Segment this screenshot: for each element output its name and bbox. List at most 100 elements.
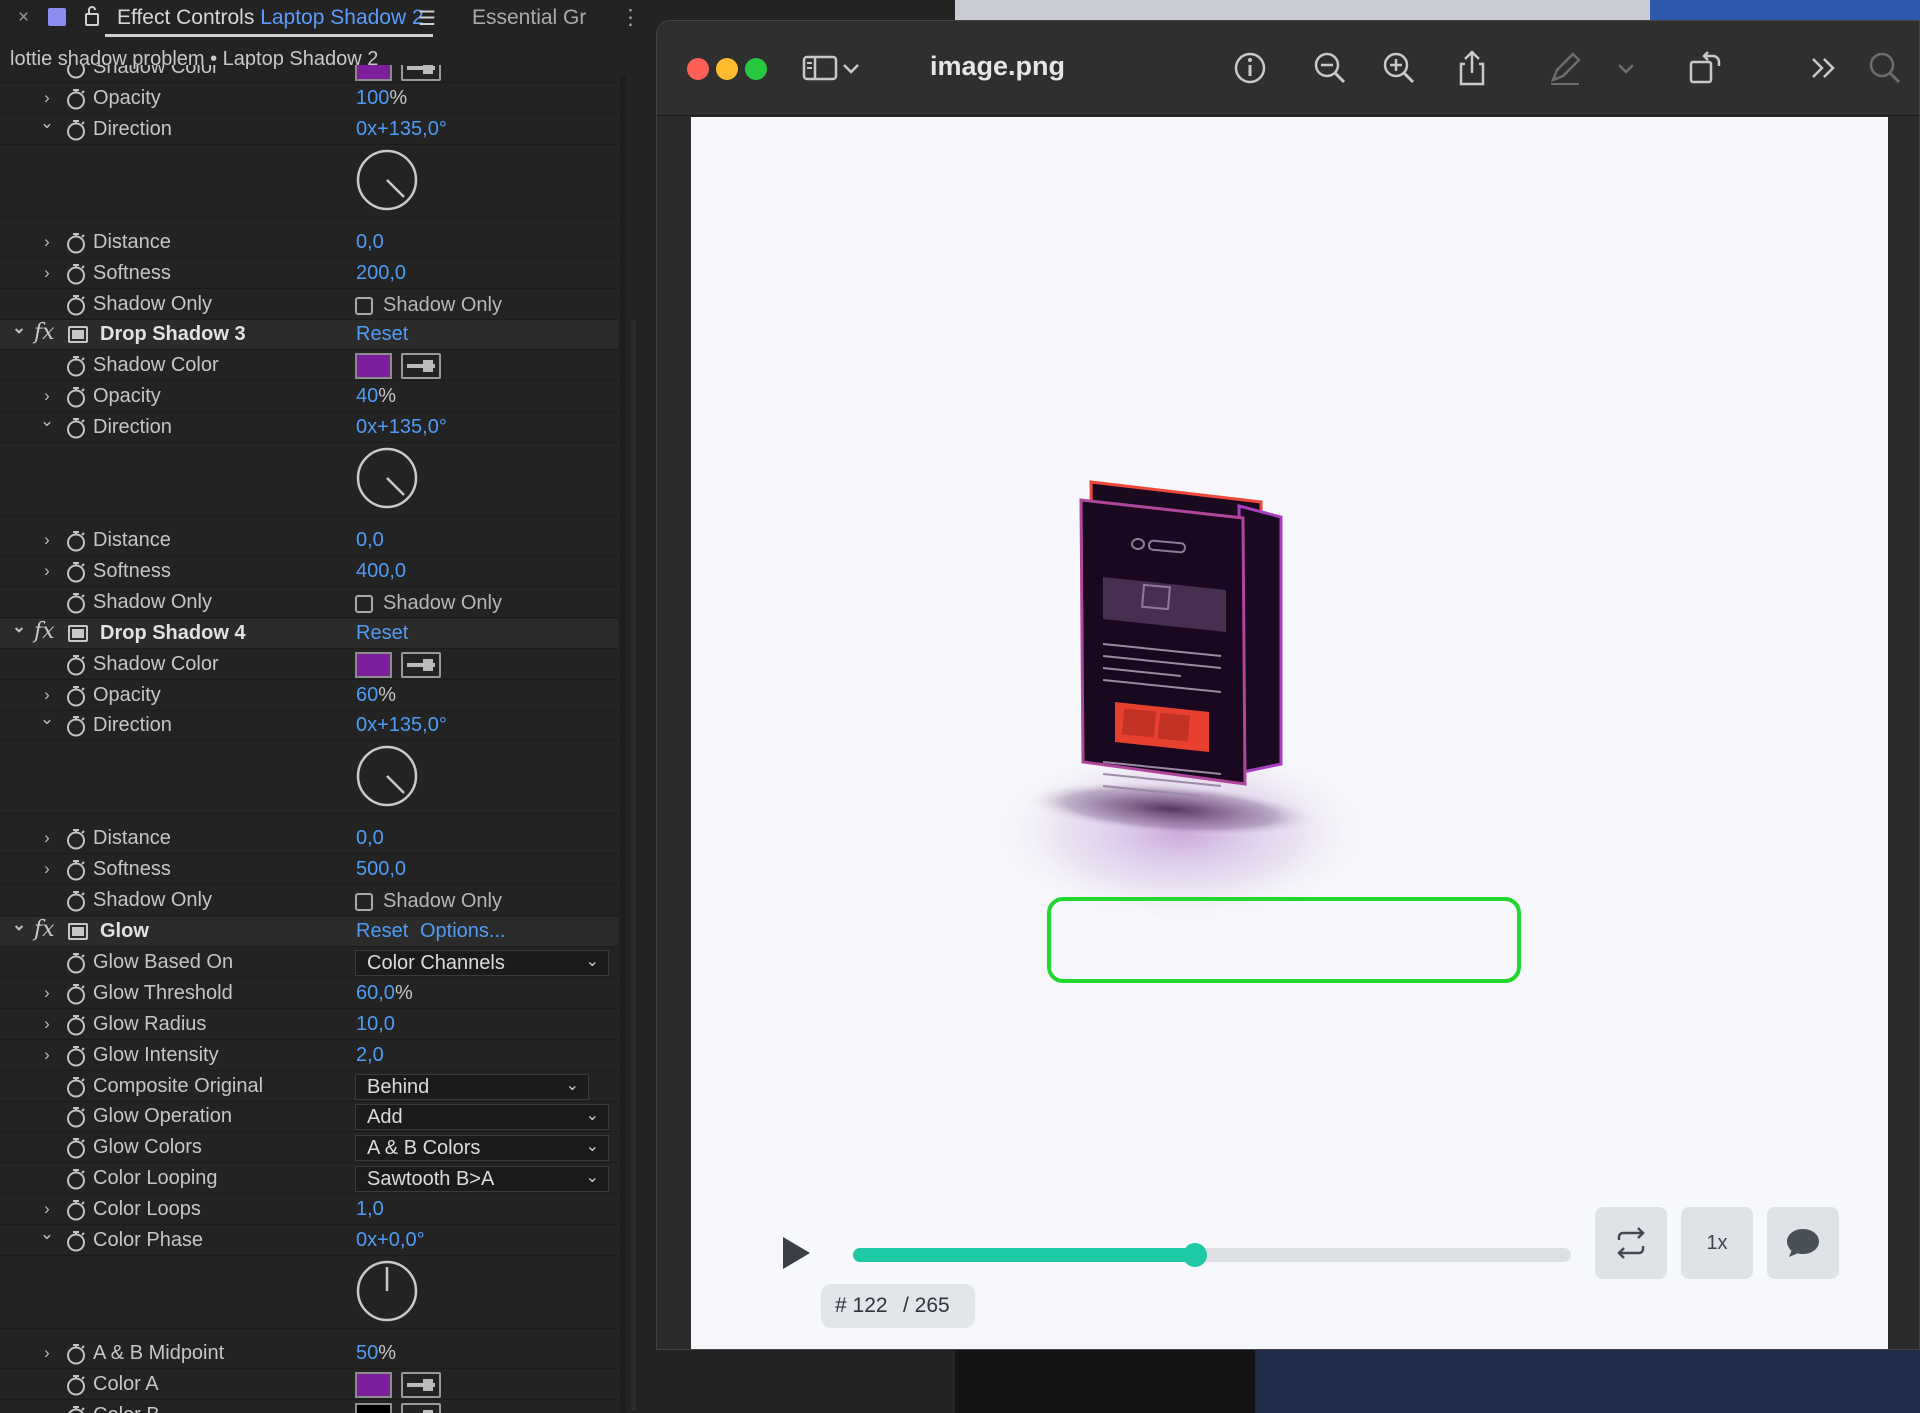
tab-essential-graphics[interactable]: Essential Gr <box>472 6 586 30</box>
effect-header-drop-shadow-3[interactable]: ⌄ fx Drop Shadow 3 Reset <box>0 318 618 351</box>
stopwatch-icon[interactable] <box>65 828 87 850</box>
color-swatch[interactable] <box>355 65 392 81</box>
chevron-right-icon[interactable]: › <box>38 1341 56 1365</box>
info-icon[interactable] <box>1230 48 1270 88</box>
progress-handle[interactable] <box>1183 1243 1208 1267</box>
chevron-right-icon[interactable]: › <box>38 86 56 110</box>
eyedropper-icon[interactable] <box>401 353 441 380</box>
stopwatch-icon[interactable] <box>65 263 87 285</box>
speed-button[interactable]: 1x <box>1681 1207 1753 1279</box>
stopwatch-icon[interactable] <box>65 859 87 881</box>
rotate-icon[interactable] <box>1685 48 1725 88</box>
stopwatch-icon[interactable] <box>65 88 87 110</box>
stopwatch-icon[interactable] <box>65 355 87 377</box>
more-chevrons-icon[interactable] <box>1803 48 1843 88</box>
param-value[interactable]: 1,0 <box>356 1198 384 1221</box>
lock-icon[interactable] <box>84 5 100 27</box>
reset-link[interactable]: Reset <box>356 920 408 943</box>
angle-dial[interactable] <box>356 447 418 509</box>
chevron-right-icon[interactable]: › <box>38 1043 56 1067</box>
eyedropper-icon[interactable] <box>401 651 441 678</box>
tab-overflow-icon[interactable]: ⋮ <box>620 5 641 30</box>
stopwatch-icon[interactable] <box>65 592 87 614</box>
param-value[interactable]: 100% <box>356 87 407 110</box>
stopwatch-icon[interactable] <box>65 65 87 79</box>
chevron-down-icon[interactable]: ⌄ <box>10 913 28 937</box>
chevron-down-icon[interactable]: ⌄ <box>38 1222 56 1246</box>
param-value[interactable]: 0x+135,0° <box>356 118 447 141</box>
angle-dial[interactable] <box>356 745 418 807</box>
checkbox[interactable] <box>355 594 373 613</box>
dropdown-composite-original[interactable]: Behind ⌄ <box>355 1073 589 1100</box>
chevron-down-icon[interactable]: ⌄ <box>38 111 56 135</box>
stopwatch-icon[interactable] <box>65 1014 87 1036</box>
stopwatch-icon[interactable] <box>65 685 87 707</box>
stopwatch-icon[interactable] <box>65 1137 87 1159</box>
sidebar-icon[interactable] <box>800 48 840 88</box>
stopwatch-icon[interactable] <box>65 1405 87 1413</box>
reset-link[interactable]: Reset <box>356 323 408 346</box>
options-link[interactable]: Options... <box>420 920 506 943</box>
stopwatch-icon[interactable] <box>65 417 87 439</box>
zoom-window-button[interactable] <box>745 58 767 80</box>
chevron-right-icon[interactable]: › <box>38 384 56 408</box>
stopwatch-icon[interactable] <box>65 1168 87 1190</box>
checkbox[interactable] <box>355 296 373 315</box>
reset-link[interactable]: Reset <box>356 622 408 645</box>
effect-header-glow[interactable]: ⌄ fx Glow Reset Options... <box>0 915 618 947</box>
param-value[interactable]: 0,0 <box>356 827 384 850</box>
param-value[interactable]: 60% <box>356 684 396 707</box>
tab-effect-controls[interactable]: Effect Controls Laptop Shadow 2 <box>117 6 424 30</box>
param-value[interactable]: 2,0 <box>356 1044 384 1067</box>
chevron-right-icon[interactable]: › <box>38 683 56 707</box>
param-value[interactable]: 200,0 <box>356 262 406 285</box>
dropdown-glow-based-on[interactable]: Color Channels ⌄ <box>355 949 609 976</box>
stopwatch-icon[interactable] <box>65 386 87 408</box>
stopwatch-icon[interactable] <box>65 294 87 316</box>
play-icon[interactable] <box>779 1234 813 1272</box>
progress-track[interactable] <box>853 1243 1571 1267</box>
chevron-right-icon[interactable]: › <box>38 1197 56 1221</box>
chevron-down-icon[interactable]: ⌄ <box>38 409 56 433</box>
stopwatch-icon[interactable] <box>65 1076 87 1098</box>
eyedropper-icon[interactable] <box>401 1402 441 1413</box>
stopwatch-icon[interactable] <box>65 890 87 912</box>
dropdown-glow-operation[interactable]: Add ⌄ <box>355 1104 609 1131</box>
panel-divider[interactable] <box>620 75 626 1413</box>
color-swatch[interactable] <box>355 651 392 678</box>
dropdown-color-looping[interactable]: Sawtooth B>A ⌄ <box>355 1166 609 1193</box>
stopwatch-icon[interactable] <box>65 1343 87 1365</box>
chevron-right-icon[interactable]: › <box>38 981 56 1005</box>
stopwatch-icon[interactable] <box>65 715 87 737</box>
angle-dial[interactable] <box>356 149 418 211</box>
dropdown-glow-colors[interactable]: A & B Colors ⌄ <box>355 1135 609 1162</box>
markup-chevron-down-icon[interactable] <box>1614 48 1638 88</box>
close-window-button[interactable] <box>687 58 709 80</box>
search-icon[interactable] <box>1865 48 1905 88</box>
stopwatch-icon[interactable] <box>65 119 87 141</box>
loop-button[interactable] <box>1595 1207 1667 1279</box>
eyedropper-icon[interactable] <box>401 1371 441 1398</box>
param-value[interactable]: 0,0 <box>356 231 384 254</box>
share-icon[interactable] <box>1452 48 1492 88</box>
param-value[interactable]: 0,0 <box>356 529 384 552</box>
color-swatch[interactable] <box>355 353 392 380</box>
hamburger-icon[interactable]: ☰ <box>418 6 436 31</box>
param-value[interactable]: 60,0% <box>356 982 413 1005</box>
param-value[interactable]: 0x+135,0° <box>356 714 447 737</box>
stopwatch-icon[interactable] <box>65 1374 87 1396</box>
param-value[interactable]: 10,0 <box>356 1013 395 1036</box>
stopwatch-icon[interactable] <box>65 1230 87 1252</box>
stopwatch-icon[interactable] <box>65 1106 87 1128</box>
chevron-right-icon[interactable]: › <box>38 559 56 583</box>
stopwatch-icon[interactable] <box>65 232 87 254</box>
color-swatch[interactable] <box>355 1371 392 1398</box>
chevron-right-icon[interactable]: › <box>38 261 56 285</box>
chevron-right-icon[interactable]: › <box>38 826 56 850</box>
param-value[interactable]: 0x+0,0° <box>356 1229 425 1252</box>
effect-header-drop-shadow-4[interactable]: ⌄ fx Drop Shadow 4 Reset <box>0 617 618 649</box>
chevron-right-icon[interactable]: › <box>38 230 56 254</box>
chevron-down-icon[interactable] <box>839 48 863 88</box>
close-tab-icon[interactable]: × <box>18 7 29 29</box>
eyedropper-icon[interactable] <box>401 65 441 81</box>
